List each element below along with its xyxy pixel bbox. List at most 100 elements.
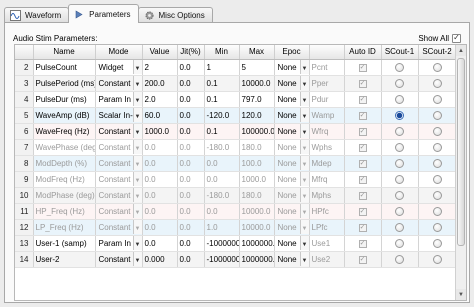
epoc-dropdown[interactable]: None ▼ xyxy=(274,107,310,124)
scroll-up-icon[interactable]: ▲ xyxy=(456,45,466,56)
table-row[interactable]: 14User-2Constant▼0.0000.0-1000000.010000… xyxy=(15,251,457,268)
tag-cell[interactable]: Wamp xyxy=(309,107,345,124)
min-cell[interactable]: -180.0 xyxy=(204,139,240,156)
epoc-dropdown[interactable]: None ▼ xyxy=(274,59,310,76)
scout-2-radio[interactable] xyxy=(432,78,442,88)
auto-id-checkbox[interactable]: ✓ xyxy=(358,159,367,168)
value-cell[interactable]: 0.0 xyxy=(142,219,178,236)
scout-2-radio[interactable] xyxy=(432,238,442,248)
min-cell[interactable]: 0.0 xyxy=(204,155,240,172)
epoc-dropdown[interactable]: None ▼ xyxy=(274,203,310,220)
dropdown-arrow-icon[interactable]: ▼ xyxy=(299,252,308,266)
dropdown-arrow-icon[interactable]: ▼ xyxy=(299,140,308,154)
table-row[interactable]: 5WaveAmp (dB)Scalar In-1▼60.00.0-120.012… xyxy=(15,107,457,124)
dropdown-arrow-icon[interactable]: ▼ xyxy=(132,92,141,106)
dropdown-arrow-icon[interactable]: ▼ xyxy=(132,156,141,170)
scout-2-radio[interactable] xyxy=(432,174,442,184)
value-cell[interactable]: 0.0 xyxy=(142,203,178,220)
auto-id-checkbox[interactable]: ✓ xyxy=(358,95,367,104)
jitter-cell[interactable]: 0.0 xyxy=(177,219,205,236)
max-cell[interactable]: 10000.0 xyxy=(239,75,275,92)
jitter-cell[interactable]: 0.0 xyxy=(177,107,205,124)
min-cell[interactable]: 0.1 xyxy=(204,91,240,108)
scout-1-radio[interactable] xyxy=(395,206,404,216)
auto-id-checkbox[interactable]: ✓ xyxy=(358,191,367,200)
max-cell[interactable]: 5 xyxy=(239,59,275,76)
dropdown-arrow-icon[interactable]: ▼ xyxy=(132,220,141,234)
jitter-cell[interactable]: 0.0 xyxy=(177,91,205,108)
mode-dropdown[interactable]: Param In ▼ xyxy=(95,91,143,108)
min-cell[interactable]: 1 xyxy=(204,59,240,76)
scrollbar-thumb[interactable] xyxy=(457,58,465,246)
scout-1-radio[interactable] xyxy=(395,126,404,136)
auto-id-checkbox[interactable]: ✓ xyxy=(358,239,367,248)
epoc-dropdown[interactable]: None ▼ xyxy=(274,75,310,92)
value-cell[interactable]: 2.0 xyxy=(142,91,178,108)
value-cell[interactable]: 0.0 xyxy=(142,235,178,252)
epoc-dropdown[interactable]: None ▼ xyxy=(274,91,310,108)
jitter-cell[interactable]: 0.0 xyxy=(177,235,205,252)
max-cell[interactable]: 10000.0 xyxy=(239,203,275,220)
scout-1-radio[interactable] xyxy=(395,158,404,168)
mode-dropdown[interactable]: Constant ▼ xyxy=(95,155,143,172)
mode-dropdown[interactable]: Param In ▼ xyxy=(95,235,143,252)
jitter-cell[interactable]: 0.0 xyxy=(177,187,205,204)
max-cell[interactable]: 100000.0 xyxy=(239,123,275,140)
scout-2-radio[interactable] xyxy=(432,110,442,120)
table-row[interactable]: 12 LP_Freq (Hz) Constant ▼ 0.0 0.0 1.0 10000.0 N… xyxy=(15,219,457,236)
scout-2-radio[interactable] xyxy=(432,158,442,168)
epoc-dropdown[interactable]: None ▼ xyxy=(274,123,310,140)
vertical-scrollbar[interactable]: ▲ ▼ xyxy=(455,45,466,300)
max-cell[interactable]: 180.0 xyxy=(239,139,275,156)
table-row[interactable]: 10 ModPhase (deg) Constant ▼ 0.0 0.0 -180.0 180… xyxy=(15,187,457,204)
dropdown-arrow-icon[interactable]: ▼ xyxy=(299,204,308,218)
min-cell[interactable]: 0.1 xyxy=(204,75,240,92)
mode-dropdown[interactable]: Widget ▼ xyxy=(95,59,143,76)
jitter-cell[interactable]: 0.0 xyxy=(177,155,205,172)
auto-id-checkbox[interactable]: ✓ xyxy=(358,143,367,152)
min-cell[interactable]: 0.1 xyxy=(204,123,240,140)
scout-2-radio[interactable] xyxy=(432,126,442,136)
min-cell[interactable]: -1000000.0 xyxy=(204,235,240,252)
dropdown-arrow-icon[interactable]: ▼ xyxy=(132,252,141,266)
epoc-dropdown[interactable]: None ▼ xyxy=(274,171,310,188)
tab-misc-options[interactable]: Misc Options xyxy=(137,7,213,23)
value-cell[interactable]: 0.0 xyxy=(142,139,178,156)
max-cell[interactable]: 100.0 xyxy=(239,155,275,172)
jitter-cell[interactable]: 0.0 xyxy=(177,123,205,140)
max-cell[interactable]: 120.0 xyxy=(239,107,275,124)
scout-2-radio[interactable] xyxy=(432,222,442,232)
mode-dropdown[interactable]: Constant ▼ xyxy=(95,187,143,204)
scout-1-radio[interactable] xyxy=(395,174,404,184)
jitter-cell[interactable]: 0.0 xyxy=(177,75,205,92)
tag-cell[interactable]: Pcnt xyxy=(309,59,345,76)
max-cell[interactable]: 797.0 xyxy=(239,91,275,108)
dropdown-arrow-icon[interactable]: ▼ xyxy=(132,236,141,250)
min-cell[interactable]: 0.0 xyxy=(204,171,240,188)
value-cell[interactable]: 1000.0 xyxy=(142,123,178,140)
tag-cell[interactable]: Mfrq xyxy=(309,171,345,188)
auto-id-checkbox[interactable]: ✓ xyxy=(358,207,367,216)
epoc-dropdown[interactable]: None ▼ xyxy=(274,155,310,172)
tag-cell[interactable]: Pper xyxy=(309,75,345,92)
auto-id-checkbox[interactable]: ✓ xyxy=(358,255,367,264)
jitter-cell[interactable]: 0.0 xyxy=(177,139,205,156)
tag-cell[interactable]: LPfc xyxy=(309,219,345,236)
epoc-dropdown[interactable]: None ▼ xyxy=(274,235,310,252)
auto-id-checkbox[interactable]: ✓ xyxy=(358,63,367,72)
value-cell[interactable]: 2 xyxy=(142,59,178,76)
epoc-dropdown[interactable]: None ▼ xyxy=(274,187,310,204)
mode-dropdown[interactable]: Constant ▼ xyxy=(95,251,143,268)
table-row[interactable]: 2 PulseCount Widget ▼ 2 0.0 1 5 None ▼ Pcnt ✓ xyxy=(15,59,457,76)
scout-1-radio[interactable] xyxy=(395,78,404,88)
tag-cell[interactable]: Pdur xyxy=(309,91,345,108)
scout-1-radio[interactable] xyxy=(395,62,404,72)
mode-dropdown[interactable]: Constant ▼ xyxy=(95,123,143,140)
scout-2-radio[interactable] xyxy=(432,62,442,72)
tag-cell[interactable]: HPfc xyxy=(309,203,345,220)
scroll-down-icon[interactable]: ▼ xyxy=(456,289,466,300)
mode-dropdown[interactable]: Constant ▼ xyxy=(95,139,143,156)
tag-cell[interactable]: Wfrq xyxy=(309,123,345,140)
mode-dropdown[interactable]: Scalar In-1▼ xyxy=(95,107,143,124)
dropdown-arrow-icon[interactable]: ▼ xyxy=(299,124,308,138)
